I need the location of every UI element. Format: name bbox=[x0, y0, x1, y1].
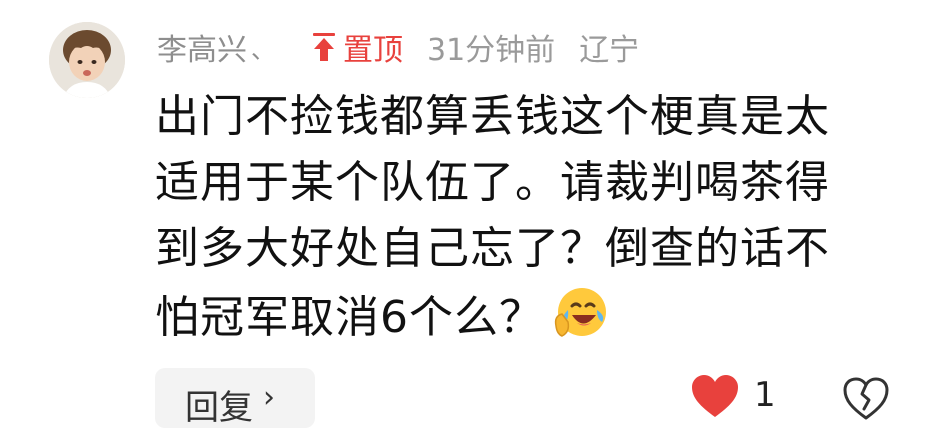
avatar[interactable] bbox=[49, 22, 125, 98]
comment-line-3: 到多大好处自己忘了？倒查的话不 bbox=[155, 223, 830, 274]
laughing-crying-emoji-icon bbox=[554, 288, 606, 337]
heart-icon bbox=[692, 375, 738, 417]
comment-line-2: 适用于某个队伍了。请裁判喝茶得 bbox=[155, 157, 830, 208]
reply-label: 回复 bbox=[185, 388, 253, 428]
comment-text: 出门不捡钱都算丢钱这个梗真是太 适用于某个队伍了。请裁判喝茶得 到多大好处自己忘… bbox=[155, 84, 895, 351]
comment-line-4-wrap: 怕冠军取消6个么？ bbox=[155, 282, 895, 351]
dislike-button[interactable] bbox=[842, 376, 890, 420]
chevron-right-icon: › bbox=[263, 380, 275, 415]
comment-line-4: 怕冠军取消6个么？ bbox=[155, 292, 544, 343]
comment-meta: 李高兴 、 置顶 31分钟前 辽宁 bbox=[157, 22, 639, 72]
like-button[interactable]: 1 bbox=[690, 373, 776, 419]
username-separator: 、 bbox=[251, 35, 275, 64]
reply-button[interactable]: 回复 › bbox=[155, 368, 315, 428]
username[interactable]: 李高兴 bbox=[157, 25, 247, 69]
broken-heart-icon bbox=[843, 377, 889, 420]
pinned-badge: 置顶 bbox=[311, 25, 403, 69]
location: 辽宁 bbox=[579, 33, 640, 68]
comment-line-1: 出门不捡钱都算丢钱这个梗真是太 bbox=[155, 91, 830, 142]
comment-item: 李高兴 、 置顶 31分钟前 辽宁 出门不捡钱都算丢钱这个梗真是太 适用于某个队… bbox=[0, 0, 945, 428]
avatar-image bbox=[49, 22, 125, 98]
pin-label: 置顶 bbox=[343, 33, 403, 68]
pin-up-arrow-icon bbox=[313, 33, 335, 61]
like-count: 1 bbox=[754, 375, 776, 415]
timestamp: 31分钟前 bbox=[427, 33, 556, 68]
